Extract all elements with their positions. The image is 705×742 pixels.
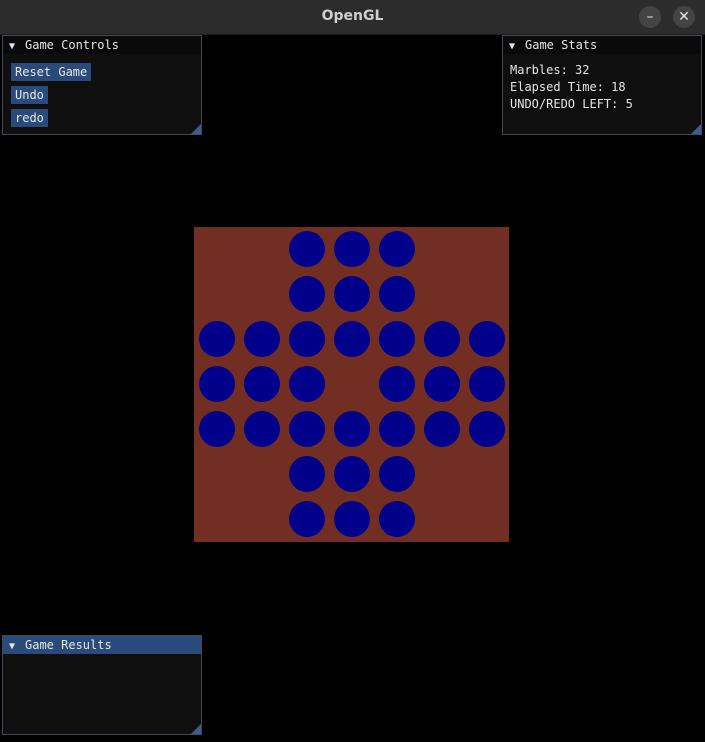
marble[interactable] — [468, 320, 505, 357]
marble[interactable] — [378, 365, 415, 402]
undo-redo-left: UNDO/REDO LEFT: 5 — [510, 97, 633, 111]
game-board[interactable] — [194, 227, 509, 542]
marble[interactable] — [468, 410, 505, 447]
game-stats-header[interactable]: ▼ Game Stats — [503, 36, 701, 54]
resize-grip[interactable] — [191, 124, 201, 134]
marble[interactable] — [333, 455, 370, 492]
marble[interactable] — [333, 500, 370, 537]
marble[interactable] — [378, 230, 415, 267]
marble[interactable] — [423, 365, 460, 402]
marble[interactable] — [333, 410, 370, 447]
game-controls-header[interactable]: ▼ Game Controls — [3, 36, 201, 54]
game-results-title: Game Results — [25, 638, 112, 652]
marble[interactable] — [333, 275, 370, 312]
minimize-button[interactable]: – — [639, 6, 661, 28]
marble[interactable] — [378, 320, 415, 357]
marble[interactable] — [423, 320, 460, 357]
game-stats-panel[interactable]: ▼ Game Stats Marbles: 32 Elapsed Time: 18… — [502, 35, 702, 135]
marble[interactable] — [198, 320, 235, 357]
collapse-arrow-icon[interactable]: ▼ — [9, 38, 25, 56]
marble[interactable] — [288, 500, 325, 537]
window-title: OpenGL — [321, 8, 384, 24]
game-results-header[interactable]: ▼ Game Results — [3, 636, 201, 654]
marble[interactable] — [288, 365, 325, 402]
resize-grip[interactable] — [191, 724, 201, 734]
marble[interactable] — [423, 410, 460, 447]
marble[interactable] — [288, 230, 325, 267]
title-bar[interactable]: OpenGL – ✕ — [0, 0, 705, 35]
close-button[interactable]: ✕ — [673, 6, 695, 28]
marble[interactable] — [243, 410, 280, 447]
game-controls-panel[interactable]: ▼ Game Controls Reset Game Undo redo — [2, 35, 202, 135]
game-results-panel[interactable]: ▼ Game Results — [2, 635, 202, 735]
marble[interactable] — [378, 455, 415, 492]
game-controls-title: Game Controls — [25, 38, 119, 52]
marble[interactable] — [288, 455, 325, 492]
marble[interactable] — [198, 365, 235, 402]
marbles-count: Marbles: 32 — [510, 63, 590, 77]
empty-hole[interactable] — [334, 366, 370, 402]
marble[interactable] — [378, 275, 415, 312]
marble[interactable] — [288, 410, 325, 447]
marble[interactable] — [333, 320, 370, 357]
collapse-arrow-icon[interactable]: ▼ — [509, 38, 525, 56]
app-window: OpenGL – ✕ ▼ Game Controls Reset Game Und… — [0, 0, 705, 742]
marble[interactable] — [378, 500, 415, 537]
marble[interactable] — [288, 320, 325, 357]
redo-button[interactable]: redo — [11, 109, 48, 127]
reset-game-button[interactable]: Reset Game — [11, 63, 92, 81]
marble[interactable] — [468, 365, 505, 402]
undo-button[interactable]: Undo — [11, 86, 48, 104]
marble[interactable] — [243, 320, 280, 357]
collapse-arrow-icon[interactable]: ▼ — [9, 638, 25, 656]
marble[interactable] — [378, 410, 415, 447]
marble[interactable] — [333, 230, 370, 267]
marble[interactable] — [243, 365, 280, 402]
game-stats-title: Game Stats — [525, 38, 598, 52]
resize-grip[interactable] — [691, 124, 701, 134]
marble[interactable] — [198, 410, 235, 447]
elapsed-time: Elapsed Time: 18 — [510, 80, 626, 94]
marble[interactable] — [288, 275, 325, 312]
